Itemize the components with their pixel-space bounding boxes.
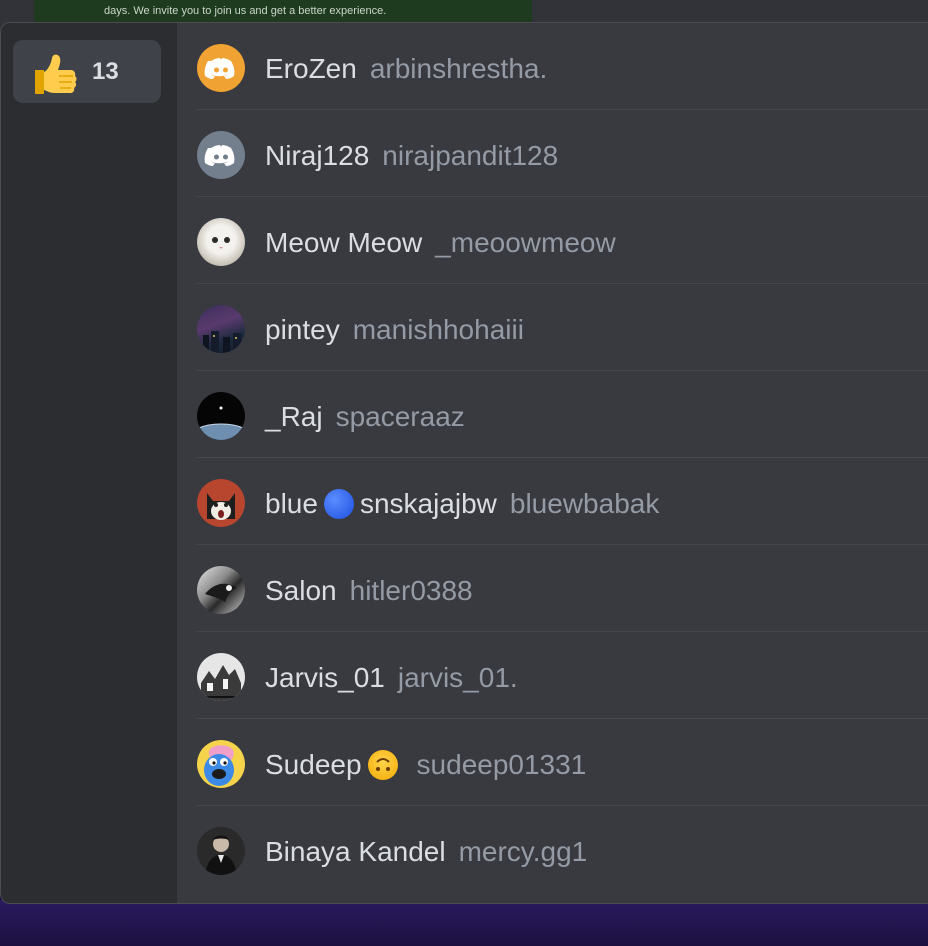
display-name: Salon — [265, 575, 337, 606]
display-name: Jarvis_01 — [265, 662, 385, 693]
display-name-suffix: snskajajbw — [359, 488, 497, 519]
reactor-list: EroZen arbinshrestha. Niraj128 nirajpand… — [197, 23, 928, 893]
display-name: EroZen — [265, 53, 357, 84]
discord-logo-icon — [204, 58, 235, 79]
reactor-row[interactable]: Sudeep sudeep01331 — [197, 719, 928, 806]
white-cat-icon — [212, 237, 230, 249]
display-name: _Raj — [265, 401, 323, 432]
night-city-icon — [203, 331, 241, 353]
reaction-tab-thumbs-up[interactable]: 13 — [13, 40, 161, 103]
earth-horizon-icon — [197, 406, 245, 440]
username: bluewbabak — [509, 488, 660, 519]
avatar[interactable] — [197, 392, 245, 440]
avatar[interactable] — [197, 131, 245, 179]
blue-circle-emoji-icon — [323, 489, 354, 519]
background-footer — [0, 900, 928, 946]
smile-inverted-icon — [375, 758, 390, 771]
cartoon-cat-icon — [207, 493, 235, 520]
username: arbinshrestha. — [369, 53, 548, 84]
username: mercy.gg1 — [458, 836, 588, 867]
man-in-suit-icon — [205, 835, 237, 875]
banner-text: days. We invite you to join us and get a… — [104, 5, 387, 17]
username: nirajpandit128 — [382, 140, 559, 171]
reactor-row[interactable]: blue snskajajbw bluewbabak — [197, 458, 928, 545]
reactor-row[interactable]: _Raj spaceraaz — [197, 371, 928, 458]
reactor-row[interactable]: Meow Meow _meoowmeow — [197, 197, 928, 284]
reaction-count: 13 — [92, 58, 119, 85]
display-name: Niraj128 — [265, 140, 370, 171]
background-banner: days. We invite you to join us and get a… — [34, 0, 532, 22]
reactor-row[interactable]: Binaya Kandel mercy.gg1 — [197, 806, 928, 893]
reactor-row[interactable]: pintey manishhohaiii — [197, 284, 928, 371]
blue-cartoon-icon — [204, 745, 234, 786]
avatar[interactable] — [197, 479, 245, 527]
reactor-row[interactable]: EroZen arbinshrestha. — [197, 23, 928, 110]
display-name: blue — [265, 488, 318, 519]
username: hitler0388 — [349, 575, 473, 606]
display-name: Meow Meow — [265, 227, 423, 258]
username: jarvis_01. — [397, 662, 518, 693]
avatar[interactable] — [197, 218, 245, 266]
discord-logo-icon — [204, 145, 235, 166]
username: sudeep01331 — [416, 749, 587, 780]
username: manishhohaiii — [352, 314, 524, 345]
avatar[interactable] — [197, 44, 245, 92]
username: _meoowmeow — [435, 227, 616, 258]
reactor-row[interactable]: Niraj128 nirajpandit128 — [197, 110, 928, 197]
avatar[interactable] — [197, 305, 245, 353]
avatar[interactable] — [197, 827, 245, 875]
upside-down-face-emoji-icon — [367, 750, 398, 780]
avatar[interactable] — [197, 566, 245, 614]
avatar[interactable] — [197, 653, 245, 701]
manga-art-icon — [201, 665, 241, 701]
username: spaceraaz — [335, 401, 465, 432]
thumbs-up-icon — [35, 54, 77, 94]
reactor-row[interactable]: Salon hitler0388 — [197, 545, 928, 632]
reactor-row[interactable]: Jarvis_01 jarvis_01. — [197, 632, 928, 719]
display-name: pintey — [265, 314, 340, 345]
display-name: Sudeep — [265, 749, 362, 780]
reactions-modal: 13 EroZen arbinshrestha. Niraj128 nirajp… — [0, 22, 928, 904]
reactions-sidebar: 13 — [1, 23, 177, 903]
display-name: Binaya Kandel — [265, 836, 446, 867]
monochrome-art-icon — [205, 583, 237, 602]
avatar[interactable] — [197, 740, 245, 788]
